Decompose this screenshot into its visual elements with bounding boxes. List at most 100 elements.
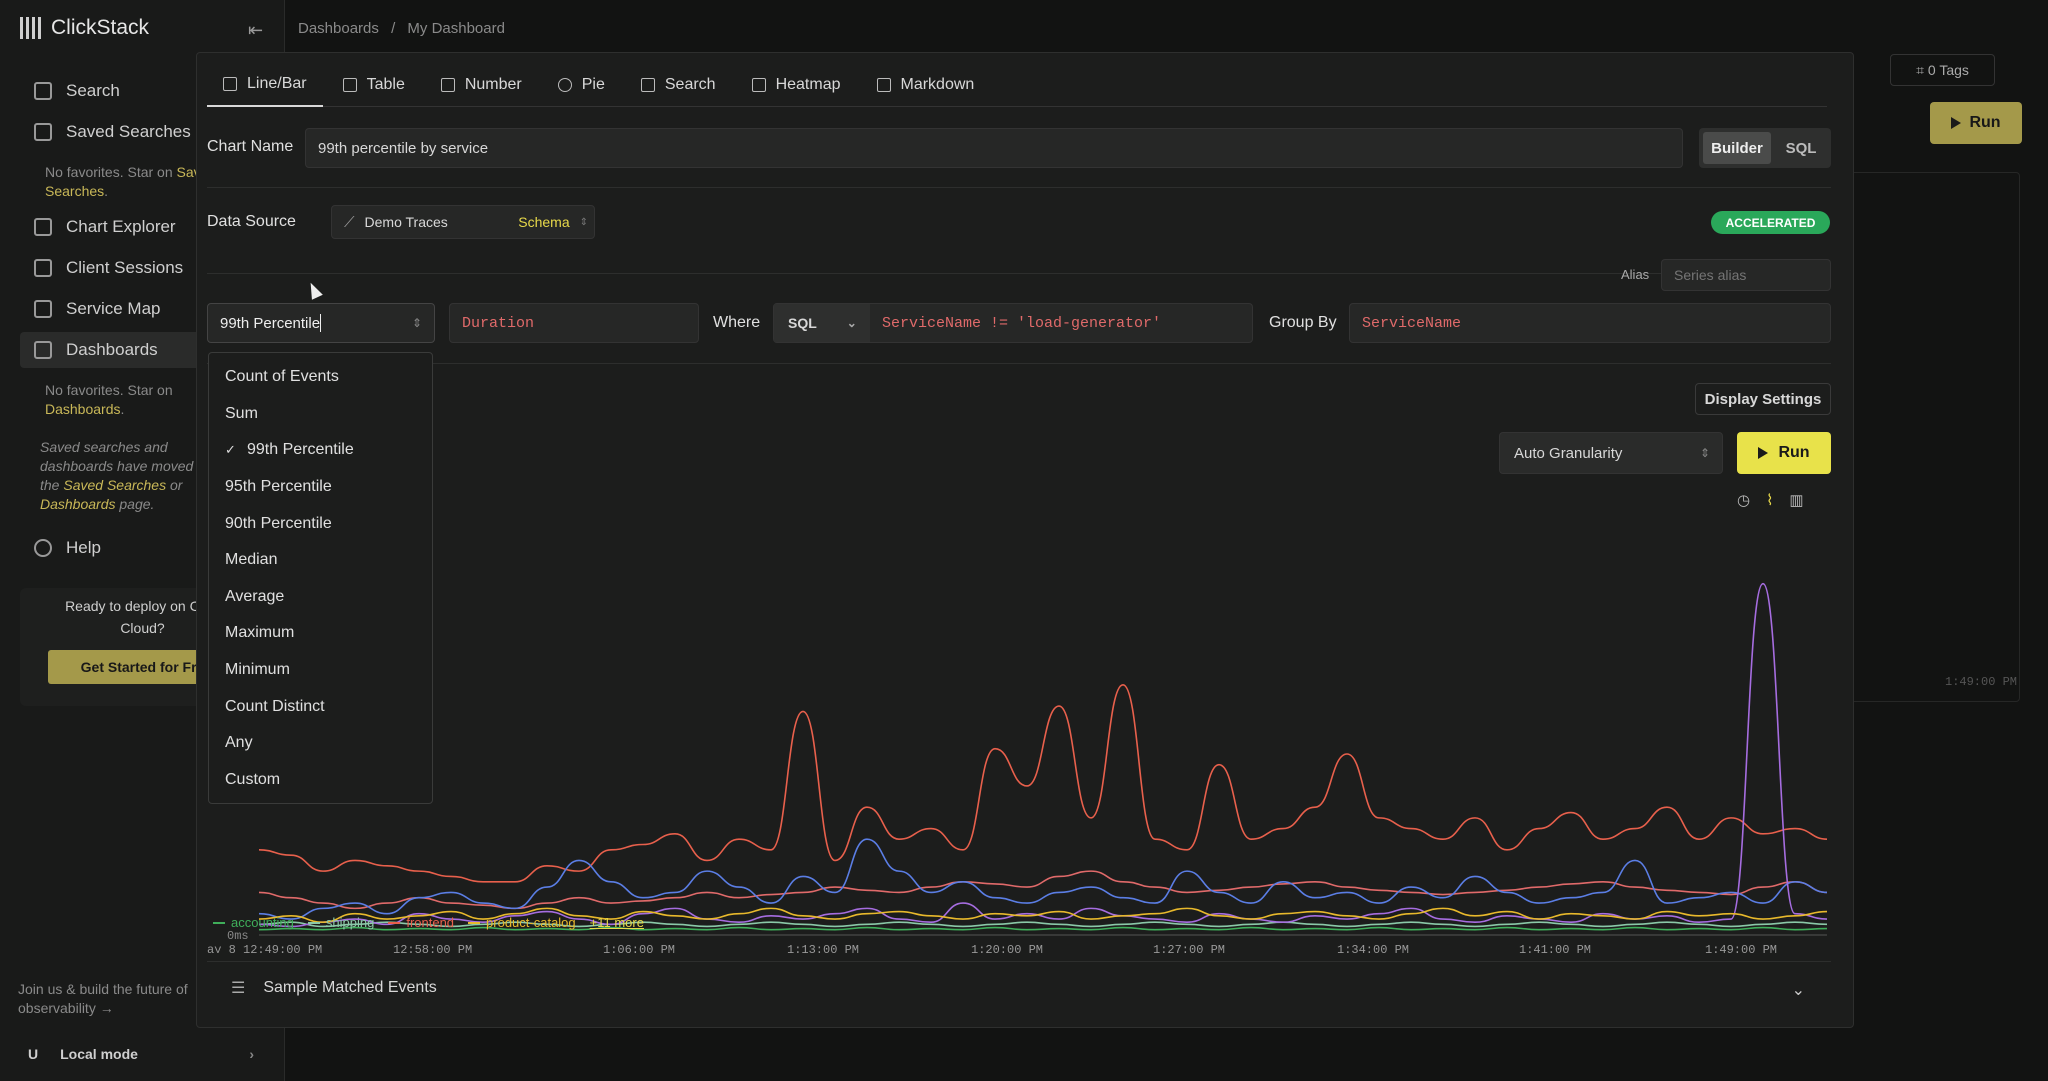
legend-swatch xyxy=(213,921,225,924)
divider xyxy=(207,273,1831,274)
group-by-label: Group By xyxy=(1269,314,1337,331)
tab-label: Search xyxy=(664,76,716,93)
aggregation-option[interactable]: Median xyxy=(209,542,432,579)
x-tick-label: 1:49:00 PM xyxy=(1705,943,1777,953)
dashboards-link[interactable]: Dashboards xyxy=(45,401,121,417)
app-logo[interactable]: ClickStack xyxy=(20,16,149,40)
tab-markdown[interactable]: Markdown xyxy=(861,63,991,107)
hash-icon xyxy=(751,78,766,92)
aggregation-option[interactable]: Custom xyxy=(209,762,432,799)
x-tick-label: 1:06:00 PM xyxy=(603,943,675,953)
tag-icon: ⌗ xyxy=(1916,61,1928,78)
series-alias-input[interactable] xyxy=(1661,259,1831,291)
clock-icon[interactable]: ◷ xyxy=(1737,491,1750,509)
list-icon: ☰ xyxy=(231,979,246,997)
note-text: or xyxy=(169,477,183,493)
field-input[interactable]: Duration xyxy=(449,303,699,343)
aggregation-option[interactable]: 95th Percentile xyxy=(209,469,432,506)
pie-icon xyxy=(557,78,572,92)
tab-pie[interactable]: Pie xyxy=(542,63,621,107)
latency-line-chart: 0msay 8 12:49:00 PM 12:58:00 PM 1:06:00 PM… xyxy=(207,582,1828,953)
chart-icon xyxy=(34,218,52,236)
run-button[interactable]: Run xyxy=(1737,432,1831,474)
legend-more-link[interactable]: +11 more xyxy=(590,915,644,930)
note-text: the xyxy=(40,477,60,493)
aggregation-option[interactable]: Average xyxy=(209,579,432,616)
select-arrows-icon: ⇕ xyxy=(579,216,588,228)
saved-searches-page-link[interactable]: Saved Searches xyxy=(63,477,166,493)
chart-editor-modal: Line/Bar Table Number Pie Search Heatmap… xyxy=(196,52,1854,1028)
chevron-right-icon: › xyxy=(249,1046,254,1062)
breadcrumb-root[interactable]: Dashboards xyxy=(298,20,379,37)
legend-label: product-catalog xyxy=(486,915,576,930)
chart-name-input[interactable]: 99th percentile by service xyxy=(305,128,1683,168)
breadcrumb: Dashboards / My Dashboard xyxy=(298,20,505,37)
collapse-sidebar-icon[interactable]: ⇤ xyxy=(248,20,263,41)
builder-mode-button[interactable]: Builder xyxy=(1703,132,1771,164)
aggregation-option[interactable]: 90th Percentile xyxy=(209,505,432,542)
list-icon xyxy=(640,78,655,92)
tab-number[interactable]: Number xyxy=(425,63,538,107)
play-icon xyxy=(1951,117,1962,129)
aggregation-option[interactable]: Maximum xyxy=(209,615,432,652)
note-text: . xyxy=(120,401,125,417)
series-line-sub-frontend xyxy=(258,870,1828,910)
tags-button[interactable]: ⌗ 0 Tags xyxy=(1890,54,1995,86)
tab-table[interactable]: Table xyxy=(327,63,421,107)
tab-search[interactable]: Search xyxy=(625,63,732,107)
background-chart-panel: 1:49:00 PM xyxy=(1850,172,2020,702)
option-label: Count of Events xyxy=(225,368,339,386)
line-chart-toggle-icon[interactable]: ⌇ xyxy=(1766,491,1773,509)
schema-link[interactable]: Schema xyxy=(518,214,569,230)
aggregation-select[interactable]: 99th Percentile ⇕ xyxy=(207,303,435,343)
legend-item[interactable]: shipping xyxy=(307,915,375,930)
tab-label: Line/Bar xyxy=(247,75,307,92)
aggregation-option[interactable]: Any xyxy=(209,725,432,762)
bar-chart-toggle-icon[interactable]: ▥ xyxy=(1789,491,1803,509)
granularity-select[interactable]: Auto Granularity ⇕ xyxy=(1499,432,1723,474)
join-link[interactable]: Join us & build the future of observabil… xyxy=(18,980,208,1018)
aggregation-option[interactable]: Minimum xyxy=(209,652,432,689)
aggregation-option[interactable]: ✓ 99th Percentile xyxy=(209,432,432,469)
aggregation-option[interactable]: Sum xyxy=(209,396,432,433)
select-arrows-icon: ⇕ xyxy=(1699,446,1710,460)
dashboards-page-link[interactable]: Dashboards xyxy=(40,496,116,512)
display-settings-button[interactable]: Display Settings xyxy=(1695,383,1831,415)
legend-label: shipping xyxy=(325,915,375,930)
group-by-input[interactable]: ServiceName xyxy=(1349,303,1831,343)
tags-label: 0 Tags xyxy=(1927,62,1969,78)
saved-searches-link-2[interactable]: Searches xyxy=(45,183,104,199)
aggregation-option[interactable]: Count of Events xyxy=(209,359,432,396)
local-mode-label: Local mode xyxy=(60,1046,138,1062)
tab-label: Pie xyxy=(581,76,605,93)
aggregation-option[interactable]: Count Distinct xyxy=(209,688,432,725)
sql-mode-button[interactable]: SQL xyxy=(1775,132,1827,164)
select-arrows-icon: ⇕ xyxy=(411,316,422,330)
where-language-select[interactable]: SQL ⌄ xyxy=(774,304,870,342)
data-source-select[interactable]: ⟋ Demo Traces Schema ⇕ xyxy=(331,205,595,239)
option-label: Maximum xyxy=(225,624,295,642)
mode-toggle: Builder SQL xyxy=(1699,128,1831,168)
breadcrumb-separator: / xyxy=(391,20,396,37)
sidebar-item-label: Chart Explorer xyxy=(66,217,176,236)
legend-item[interactable]: frontend xyxy=(388,915,454,930)
note-text: No favorites. Star on xyxy=(45,164,177,180)
legend-item[interactable]: accounting xyxy=(213,915,294,930)
legend-item[interactable]: product-catalog xyxy=(468,915,576,930)
tab-line-bar[interactable]: Line/Bar xyxy=(207,63,323,107)
aggregation-dropdown: Count of Events Sum ✓ 99th Percentile 95th P… xyxy=(208,352,433,804)
legend-label: frontend xyxy=(406,915,455,930)
option-label: Sum xyxy=(225,404,258,422)
sample-events-section[interactable]: ☰ Sample Matched Events ⌄ xyxy=(207,961,1831,1013)
where-input[interactable]: SQL ⌄ ServiceName != 'load-generator' xyxy=(773,303,1253,343)
local-mode-button[interactable]: U Local mode › xyxy=(0,1036,270,1072)
tab-heatmap[interactable]: Heatmap xyxy=(736,63,857,107)
background-run-button[interactable]: Run xyxy=(1930,102,2022,144)
link-icon: ⟋ xyxy=(344,213,355,231)
divider xyxy=(207,363,1831,364)
number-icon xyxy=(440,78,455,92)
run-label: Run xyxy=(1969,114,2001,131)
text-caret xyxy=(320,314,322,332)
x-tick-label: 12:58:00 PM xyxy=(393,943,472,953)
play-icon xyxy=(1758,447,1769,459)
